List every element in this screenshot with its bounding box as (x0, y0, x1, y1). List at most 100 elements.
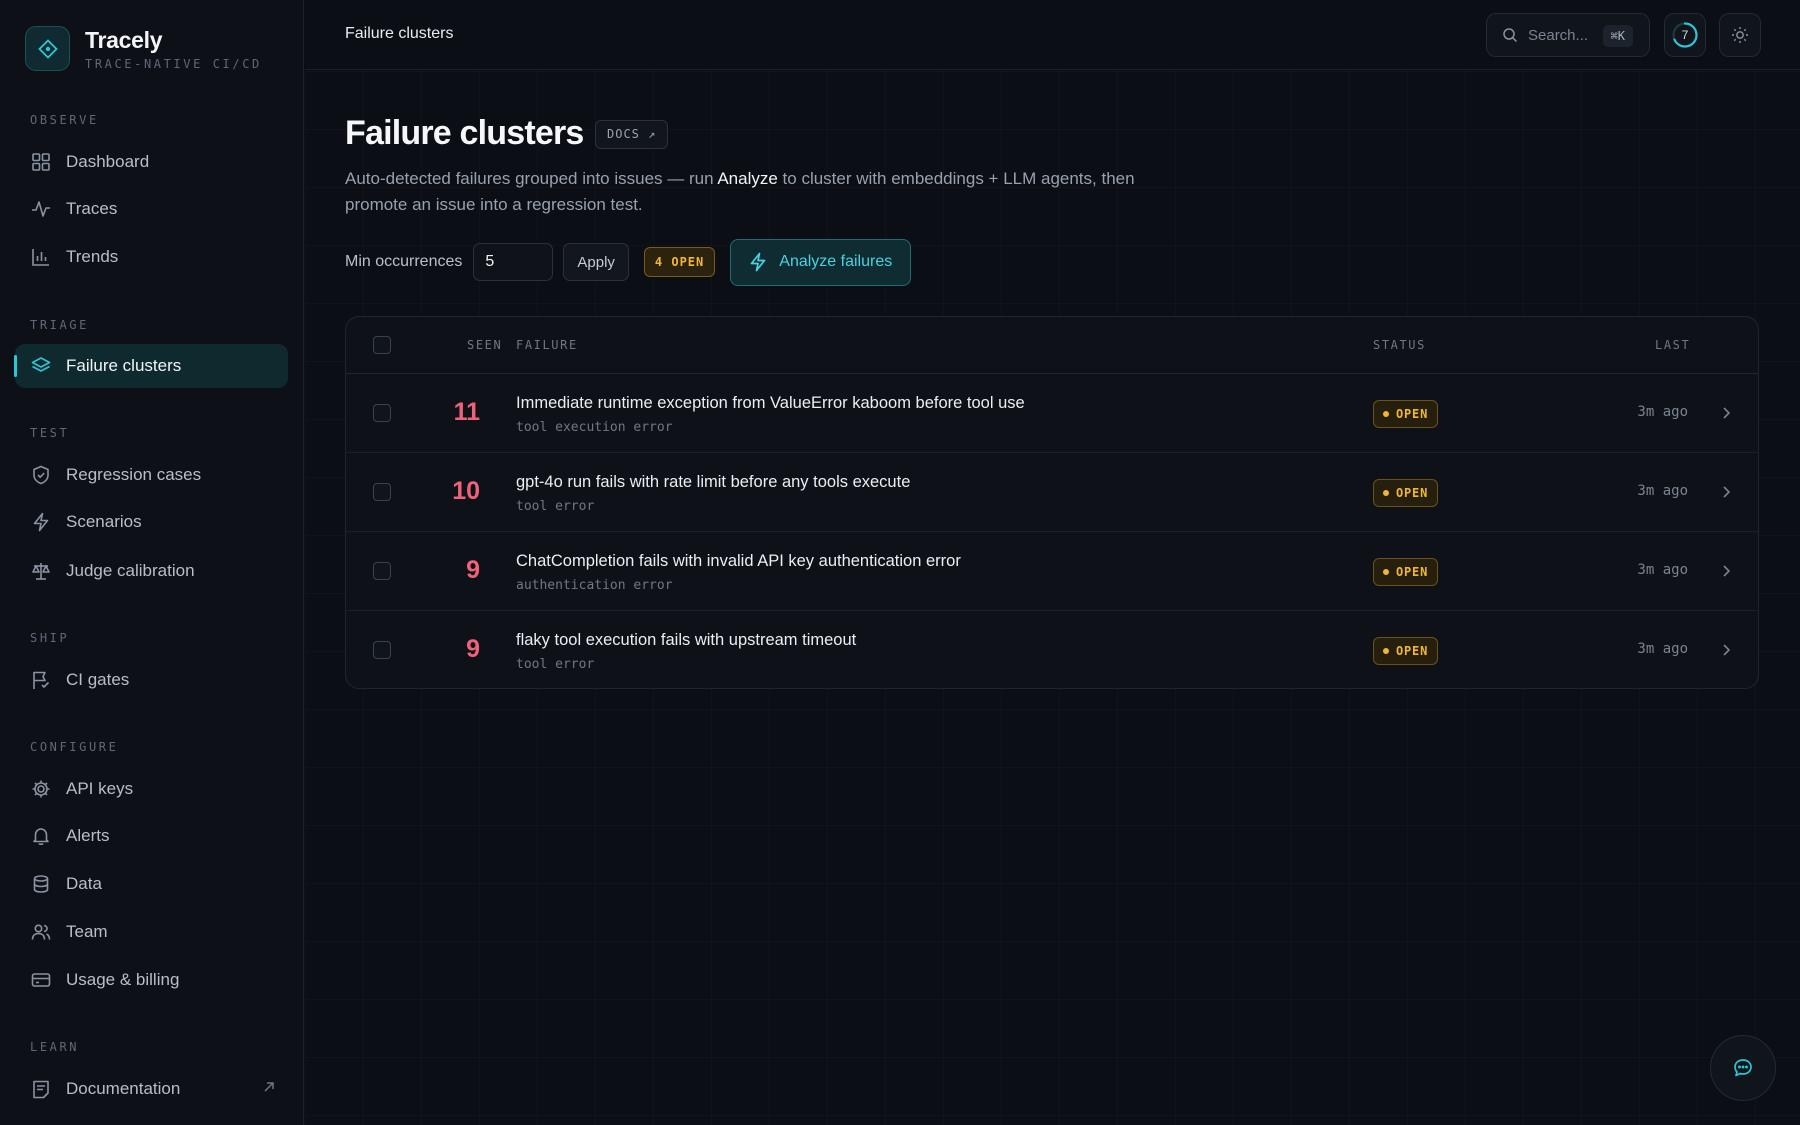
sidebar-item-label: Judge calibration (66, 561, 195, 580)
description-highlight: Analyze (717, 169, 778, 188)
sidebar-item-label: Data (66, 874, 102, 893)
filter-row: Min occurrences Apply 4 OPEN Analyze fai… (345, 238, 912, 286)
gear-icon (30, 778, 52, 800)
shield-check-icon (30, 464, 52, 486)
sidebar-item-label: CI gates (66, 670, 130, 689)
status-badge: OPEN (1373, 558, 1439, 586)
sidebar-item-traces[interactable]: Traces (15, 187, 288, 231)
section-label-ship: SHIP (30, 631, 70, 645)
failure-category: tool error (516, 499, 595, 514)
failure-title[interactable]: flaky tool execution fails with upstream… (516, 631, 856, 650)
row-checkbox[interactable] (373, 404, 391, 422)
table-row[interactable]: 11 Immediate runtime exception from Valu… (346, 374, 1758, 453)
lightning-icon (30, 511, 52, 533)
section-label-triage: TRIAGE (30, 318, 89, 332)
sidebar-item-label: Scenarios (66, 512, 142, 531)
chevron-right-icon[interactable] (1718, 563, 1734, 579)
sidebar-item-usage-billing[interactable]: Usage & billing (15, 958, 288, 1002)
bar-chart-icon (30, 246, 52, 268)
section-label-configure: CONFIGURE (30, 740, 119, 754)
status-dot (1383, 648, 1389, 654)
progress-counter-button[interactable]: 7 (1664, 13, 1706, 57)
main-content: Failure clusters DOCS ↗ Auto-detected fa… (305, 71, 1800, 1125)
select-all-checkbox[interactable] (373, 336, 391, 354)
last-seen: 3m ago (1637, 483, 1688, 499)
sidebar: Tracely TRACE-NATIVE CI/CD OBSERVE Dashb… (0, 0, 304, 1125)
sidebar-item-failure-clusters[interactable]: Failure clusters (14, 344, 288, 388)
flag-check-icon (30, 669, 52, 691)
seen-count: 9 (466, 556, 480, 584)
sidebar-item-label: Dashboard (66, 152, 150, 171)
sidebar-item-label: Failure clusters (66, 356, 182, 375)
sidebar-item-api-keys[interactable]: API keys (15, 767, 288, 811)
row-checkbox[interactable] (373, 562, 391, 580)
status-badge: OPEN (1373, 400, 1439, 428)
sidebar-item-label: Regression cases (66, 465, 202, 484)
min-occurrences-label: Min occurrences (345, 253, 463, 270)
breadcrumb: Failure clusters (345, 25, 454, 42)
theme-toggle-button[interactable] (1719, 13, 1761, 57)
failure-clusters-table: SEEN FAILURE STATUS LAST 11 Immediate ru… (345, 316, 1759, 689)
credit-card-icon (30, 969, 52, 991)
seen-count: 11 (453, 398, 480, 426)
sidebar-item-label: Team (66, 922, 108, 941)
column-header-status: STATUS (1373, 338, 1426, 352)
doc-icon (30, 1078, 52, 1100)
table-row[interactable]: 9 flaky tool execution fails with upstre… (346, 611, 1758, 688)
status-label: OPEN (1396, 486, 1429, 500)
sidebar-item-regression-cases[interactable]: Regression cases (15, 453, 288, 497)
search-placeholder: Search... (1528, 26, 1589, 44)
sidebar-item-dashboard[interactable]: Dashboard (15, 140, 288, 184)
min-occurrences-input[interactable] (473, 243, 554, 281)
sidebar-item-documentation[interactable]: Documentation (15, 1067, 288, 1111)
last-seen: 3m ago (1637, 641, 1688, 657)
apply-button[interactable]: Apply (563, 243, 629, 281)
failure-category: tool execution error (516, 420, 673, 435)
docs-link[interactable]: DOCS ↗ (595, 120, 669, 149)
table-row[interactable]: 10 gpt-4o run fails with rate limit befo… (346, 453, 1758, 532)
failure-title[interactable]: ChatCompletion fails with invalid API ke… (516, 552, 961, 571)
sidebar-item-team[interactable]: Team (15, 910, 288, 954)
column-header-last: LAST (1655, 338, 1691, 352)
status-label: OPEN (1396, 407, 1429, 421)
page-description: Auto-detected failures grouped into issu… (345, 166, 1175, 218)
pulse-icon (30, 198, 52, 220)
topbar: Failure clusters Search... ⌘K 7 (305, 0, 1800, 70)
failure-title[interactable]: gpt-4o run fails with rate limit before … (516, 473, 910, 492)
layers-icon (30, 355, 52, 377)
lightning-icon (749, 252, 767, 272)
chat-button[interactable] (1710, 1035, 1776, 1101)
brand-name: Tracely (85, 27, 163, 53)
brand[interactable]: Tracely TRACE-NATIVE CI/CD (25, 26, 262, 71)
sidebar-item-label: Traces (66, 199, 118, 218)
sidebar-item-ci-gates[interactable]: CI gates (15, 658, 288, 702)
search-input[interactable]: Search... ⌘K (1486, 13, 1650, 57)
section-label-observe: OBSERVE (30, 113, 99, 127)
chevron-right-icon[interactable] (1718, 405, 1734, 421)
sidebar-item-trends[interactable]: Trends (15, 235, 288, 279)
search-shortcut: ⌘K (1602, 25, 1633, 47)
grid-icon (30, 151, 52, 173)
database-icon (30, 873, 52, 895)
failure-title[interactable]: Immediate runtime exception from ValueEr… (516, 394, 1025, 413)
sidebar-item-scenarios[interactable]: Scenarios (15, 500, 288, 544)
table-row[interactable]: 9 ChatCompletion fails with invalid API … (346, 532, 1758, 611)
row-checkbox[interactable] (373, 641, 391, 659)
failure-category: tool error (516, 657, 595, 672)
chat-icon (1734, 1059, 1752, 1077)
sidebar-item-alerts[interactable]: Alerts (15, 814, 288, 858)
analyze-failures-button[interactable]: Analyze failures (730, 238, 912, 286)
page-title: Failure clusters (345, 114, 584, 152)
section-label-test: TEST (30, 426, 70, 440)
sidebar-item-data[interactable]: Data (15, 862, 288, 906)
chevron-right-icon[interactable] (1718, 642, 1734, 658)
analyze-failures-label: Analyze failures (779, 253, 893, 270)
status-label: OPEN (1396, 565, 1429, 579)
sidebar-item-judge-calibration[interactable]: Judge calibration (15, 549, 288, 593)
search-icon (1502, 27, 1518, 43)
chevron-right-icon[interactable] (1718, 484, 1734, 500)
column-header-failure: FAILURE (516, 338, 578, 352)
row-checkbox[interactable] (373, 483, 391, 501)
users-icon (30, 921, 52, 943)
open-count-badge: 4 OPEN (643, 247, 716, 277)
